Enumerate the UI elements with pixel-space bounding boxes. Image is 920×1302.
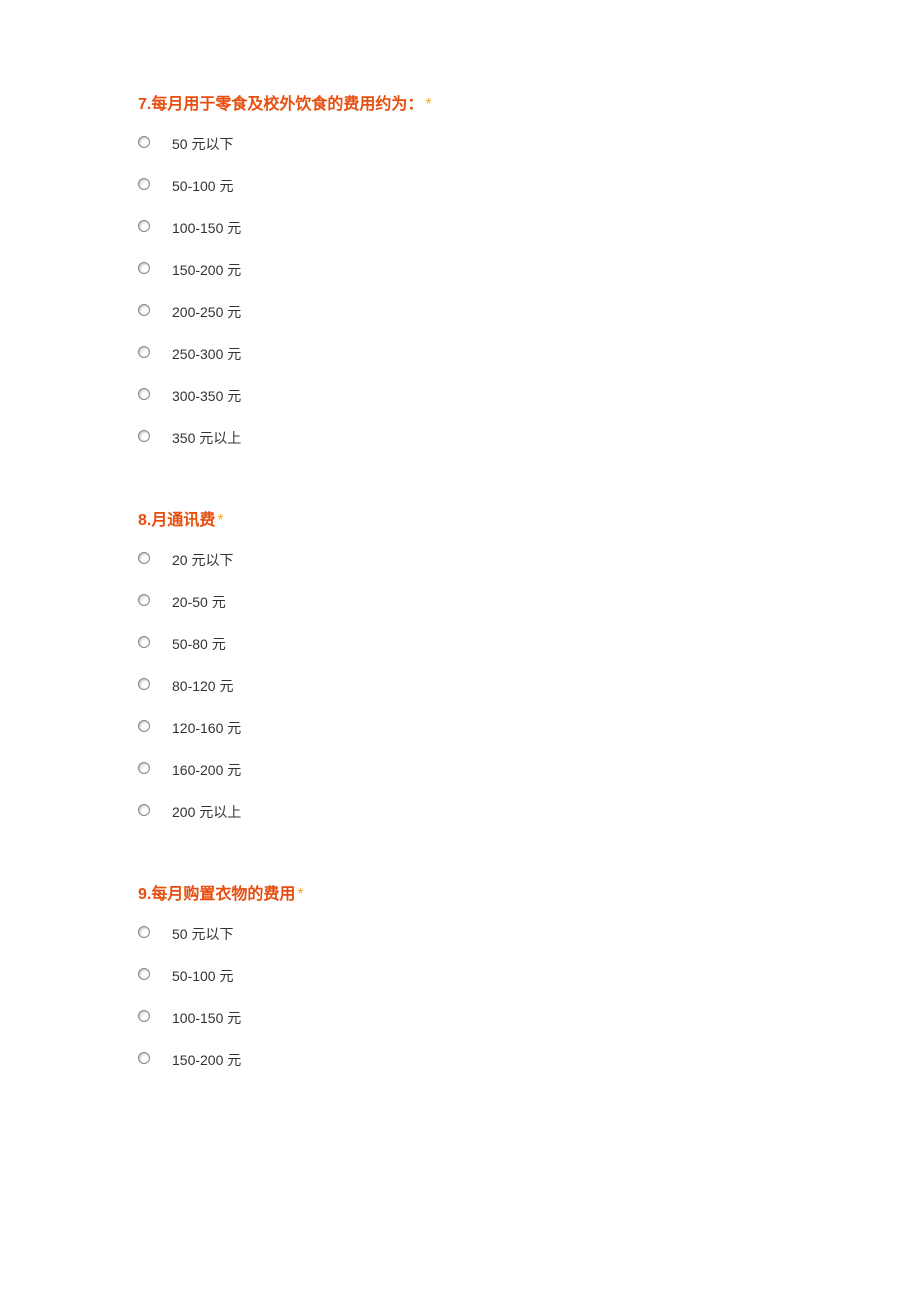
question-9-text: 每月购置衣物的费用 <box>151 886 295 903</box>
question-9-option[interactable]: 150-200 元 <box>138 1048 920 1068</box>
required-star: * <box>297 886 303 903</box>
option-label: 50-100 元 <box>172 176 233 196</box>
question-7-option[interactable]: 100-150 元 <box>138 216 920 236</box>
radio-icon[interactable] <box>138 1052 150 1064</box>
required-star: * <box>217 512 223 529</box>
required-star: * <box>425 96 431 113</box>
option-label: 200 元以上 <box>172 802 241 822</box>
question-8-option[interactable]: 20-50 元 <box>138 590 920 610</box>
question-7-option[interactable]: 200-250 元 <box>138 300 920 320</box>
option-label: 50-80 元 <box>172 634 226 654</box>
radio-icon[interactable] <box>138 762 150 774</box>
radio-icon[interactable] <box>138 926 150 938</box>
question-7-option[interactable]: 50-100 元 <box>138 174 920 194</box>
question-8-title: 8.月通讯费* <box>138 506 920 530</box>
radio-icon[interactable] <box>138 388 150 400</box>
question-8-option[interactable]: 20 元以下 <box>138 548 920 568</box>
question-9-option[interactable]: 50-100 元 <box>138 964 920 984</box>
option-label: 50-100 元 <box>172 966 233 986</box>
question-8-option[interactable]: 120-160 元 <box>138 716 920 736</box>
question-7-option[interactable]: 300-350 元 <box>138 384 920 404</box>
question-7-option[interactable]: 150-200 元 <box>138 258 920 278</box>
question-7-option[interactable]: 250-300 元 <box>138 342 920 362</box>
question-7-title: 7.每月用于零食及校外饮食的费用约为：* <box>138 90 920 114</box>
option-label: 100-150 元 <box>172 218 241 238</box>
option-label: 20-50 元 <box>172 592 226 612</box>
radio-icon[interactable] <box>138 178 150 190</box>
question-9: 9.每月购置衣物的费用* 50 元以下 50-100 元 100-150 元 1… <box>138 880 920 1068</box>
question-8: 8.月通讯费* 20 元以下 20-50 元 50-80 元 80-120 元 … <box>138 506 920 820</box>
question-7-option[interactable]: 350 元以上 <box>138 426 920 446</box>
option-label: 50 元以下 <box>172 924 233 944</box>
question-8-option[interactable]: 50-80 元 <box>138 632 920 652</box>
question-7-option[interactable]: 50 元以下 <box>138 132 920 152</box>
question-7: 7.每月用于零食及校外饮食的费用约为：* 50 元以下 50-100 元 100… <box>138 90 920 446</box>
question-9-option[interactable]: 100-150 元 <box>138 1006 920 1026</box>
option-label: 350 元以上 <box>172 428 241 448</box>
option-label: 120-160 元 <box>172 718 241 738</box>
option-label: 50 元以下 <box>172 134 233 154</box>
option-label: 250-300 元 <box>172 344 241 364</box>
radio-icon[interactable] <box>138 636 150 648</box>
option-label: 150-200 元 <box>172 260 241 280</box>
option-label: 100-150 元 <box>172 1008 241 1028</box>
radio-icon[interactable] <box>138 804 150 816</box>
radio-icon[interactable] <box>138 430 150 442</box>
option-label: 150-200 元 <box>172 1050 241 1070</box>
question-9-title: 9.每月购置衣物的费用* <box>138 880 920 904</box>
radio-icon[interactable] <box>138 552 150 564</box>
question-8-option[interactable]: 160-200 元 <box>138 758 920 778</box>
option-label: 20 元以下 <box>172 550 233 570</box>
option-label: 160-200 元 <box>172 760 241 780</box>
question-7-number: 7. <box>138 96 151 113</box>
radio-icon[interactable] <box>138 720 150 732</box>
question-9-number: 9. <box>138 886 151 903</box>
option-label: 200-250 元 <box>172 302 241 322</box>
radio-icon[interactable] <box>138 220 150 232</box>
radio-icon[interactable] <box>138 968 150 980</box>
question-8-text: 月通讯费 <box>151 512 215 529</box>
radio-icon[interactable] <box>138 678 150 690</box>
radio-icon[interactable] <box>138 304 150 316</box>
radio-icon[interactable] <box>138 594 150 606</box>
question-8-option[interactable]: 200 元以上 <box>138 800 920 820</box>
option-label: 300-350 元 <box>172 386 241 406</box>
question-8-option[interactable]: 80-120 元 <box>138 674 920 694</box>
radio-icon[interactable] <box>138 1010 150 1022</box>
option-label: 80-120 元 <box>172 676 233 696</box>
radio-icon[interactable] <box>138 346 150 358</box>
radio-icon[interactable] <box>138 136 150 148</box>
question-9-option[interactable]: 50 元以下 <box>138 922 920 942</box>
question-8-number: 8. <box>138 512 151 529</box>
question-7-text: 每月用于零食及校外饮食的费用约为： <box>151 96 423 113</box>
radio-icon[interactable] <box>138 262 150 274</box>
